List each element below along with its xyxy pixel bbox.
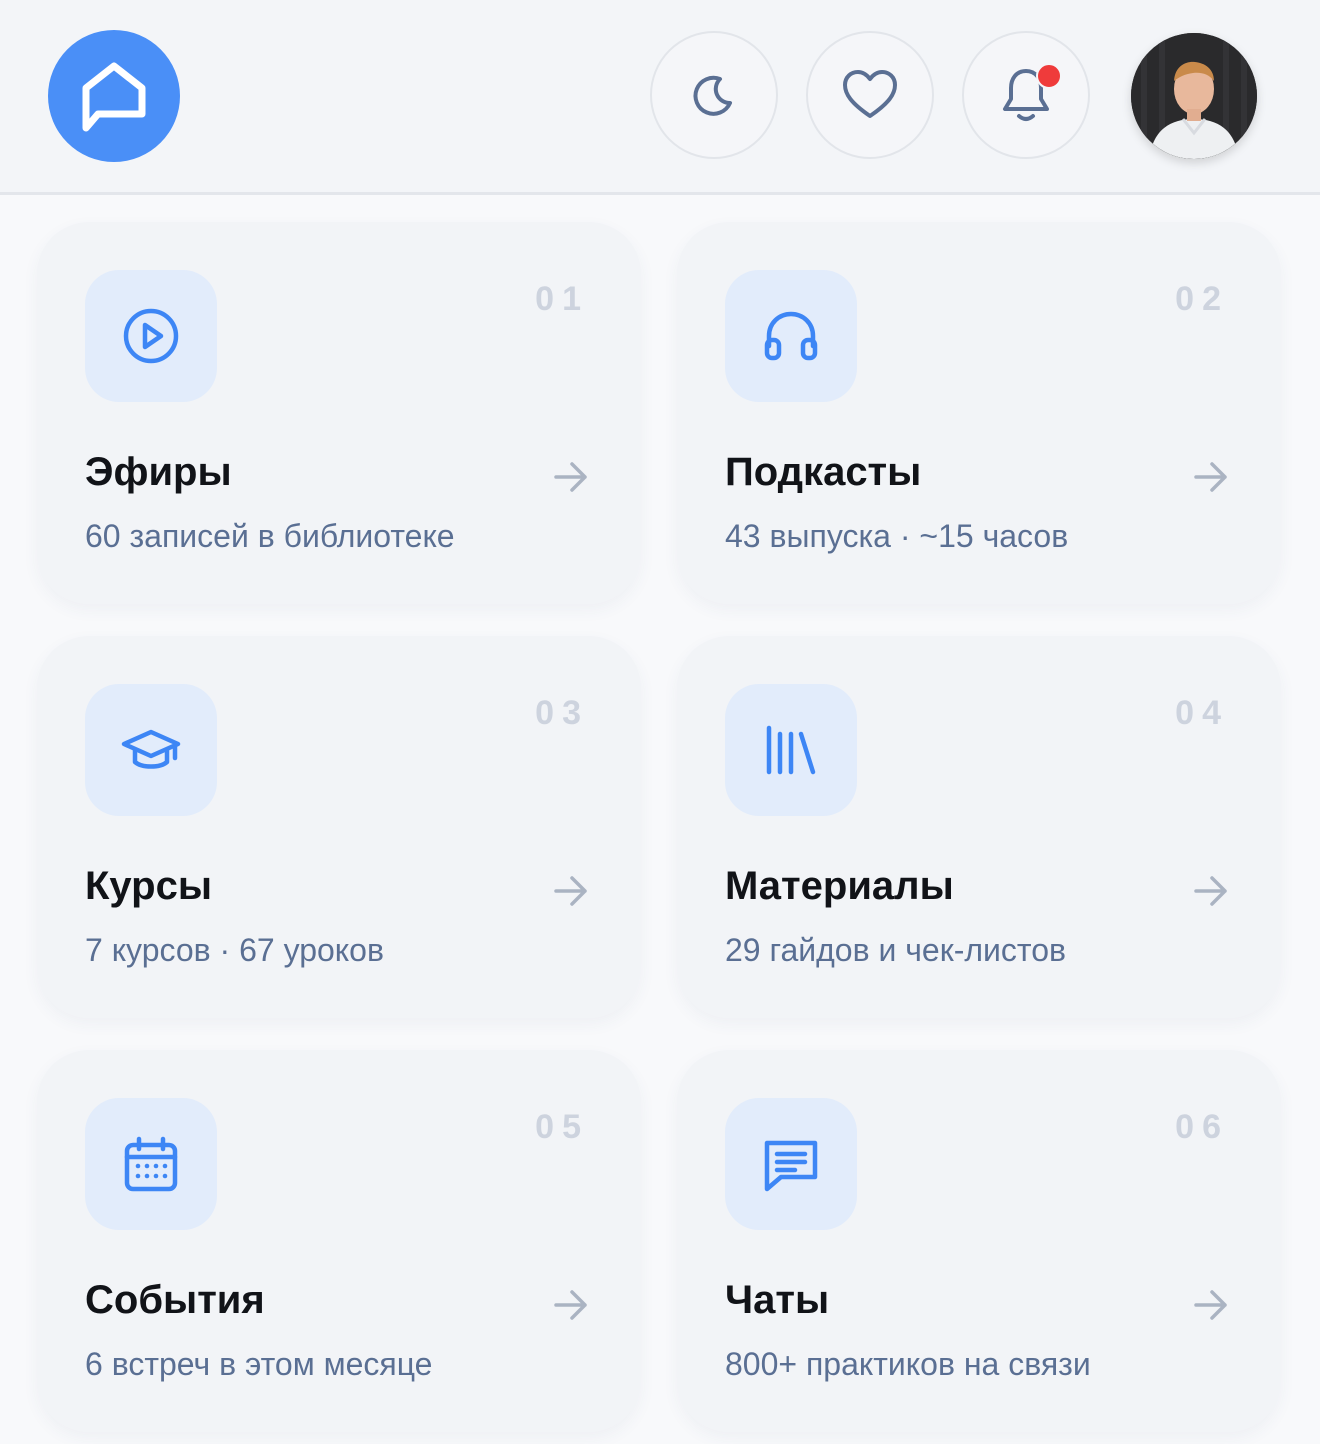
card-number: 01: [535, 280, 589, 318]
card-icon-box: [725, 684, 857, 816]
card-subtitle: 7 курсов · 67 уроков: [85, 932, 384, 968]
card-subtitle: 60 записей в библиотеке: [85, 518, 455, 554]
card-podcasts[interactable]: 02 Подкасты 43 выпуска · ~15 часов: [677, 222, 1281, 604]
card-subtitle: 6 встреч в этом месяце: [85, 1346, 433, 1382]
arrow-right-icon: [554, 876, 587, 906]
card-title: Курсы: [85, 864, 212, 908]
arrow-right-icon: [1194, 876, 1227, 906]
favorites-button[interactable]: [806, 31, 934, 159]
card-number: 05: [535, 1108, 589, 1146]
top-bar: [0, 0, 1320, 195]
card-materials[interactable]: 04 Материалы 29 гайдов и чек-листов: [677, 636, 1281, 1018]
card-events[interactable]: 05 События 6 встреч в этом месяце: [37, 1050, 641, 1432]
arrow-right-icon: [1194, 462, 1227, 492]
card-icon-box: [725, 1098, 857, 1230]
library-icon: [766, 725, 816, 775]
arrow-right-icon: [1194, 1290, 1227, 1320]
arrow-right-icon: [554, 462, 587, 492]
card-icon-box: [85, 270, 217, 402]
play-circle-icon: [123, 308, 179, 364]
card-courses[interactable]: 03 Курсы 7 курсов · 67 уроков: [37, 636, 641, 1018]
card-icon-box: [85, 1098, 217, 1230]
theme-toggle-button[interactable]: [650, 31, 778, 159]
notifications-button[interactable]: [962, 31, 1090, 159]
graduation-cap-icon: [121, 729, 181, 769]
home-logo-button[interactable]: [48, 30, 180, 162]
app-page: 01 Эфиры 60 записей в библиотеке 02 Подк…: [0, 0, 1320, 1444]
avatar-image: [1131, 33, 1257, 159]
card-number: 06: [1175, 1108, 1229, 1146]
user-avatar[interactable]: [1131, 33, 1257, 159]
card-number: 03: [535, 694, 589, 732]
card-subtitle: 800+ практиков на связи: [725, 1346, 1091, 1382]
card-number: 04: [1175, 694, 1229, 732]
card-title: Подкасты: [725, 450, 922, 494]
moon-icon: [693, 75, 732, 116]
arrow-right-icon: [554, 1290, 587, 1320]
card-chats[interactable]: 06 Чаты 800+ практиков на связи: [677, 1050, 1281, 1432]
home-chat-icon: [82, 62, 146, 132]
card-title: События: [85, 1278, 265, 1322]
card-title: Эфиры: [85, 450, 232, 494]
chat-icon: [764, 1140, 818, 1192]
card-number: 02: [1175, 280, 1229, 318]
card-title: Материалы: [725, 864, 954, 908]
card-subtitle: 29 гайдов и чек-листов: [725, 932, 1067, 968]
card-icon-box: [725, 270, 857, 402]
card-icon-box: [85, 684, 217, 816]
heart-icon: [843, 70, 897, 118]
card-efiry[interactable]: 01 Эфиры 60 записей в библиотеке: [37, 222, 641, 604]
notification-badge: [1036, 63, 1062, 89]
headphones-icon: [764, 311, 818, 361]
card-subtitle: 43 выпуска · ~15 часов: [725, 518, 1069, 554]
card-title: Чаты: [725, 1278, 830, 1322]
calendar-icon: [124, 1136, 178, 1192]
